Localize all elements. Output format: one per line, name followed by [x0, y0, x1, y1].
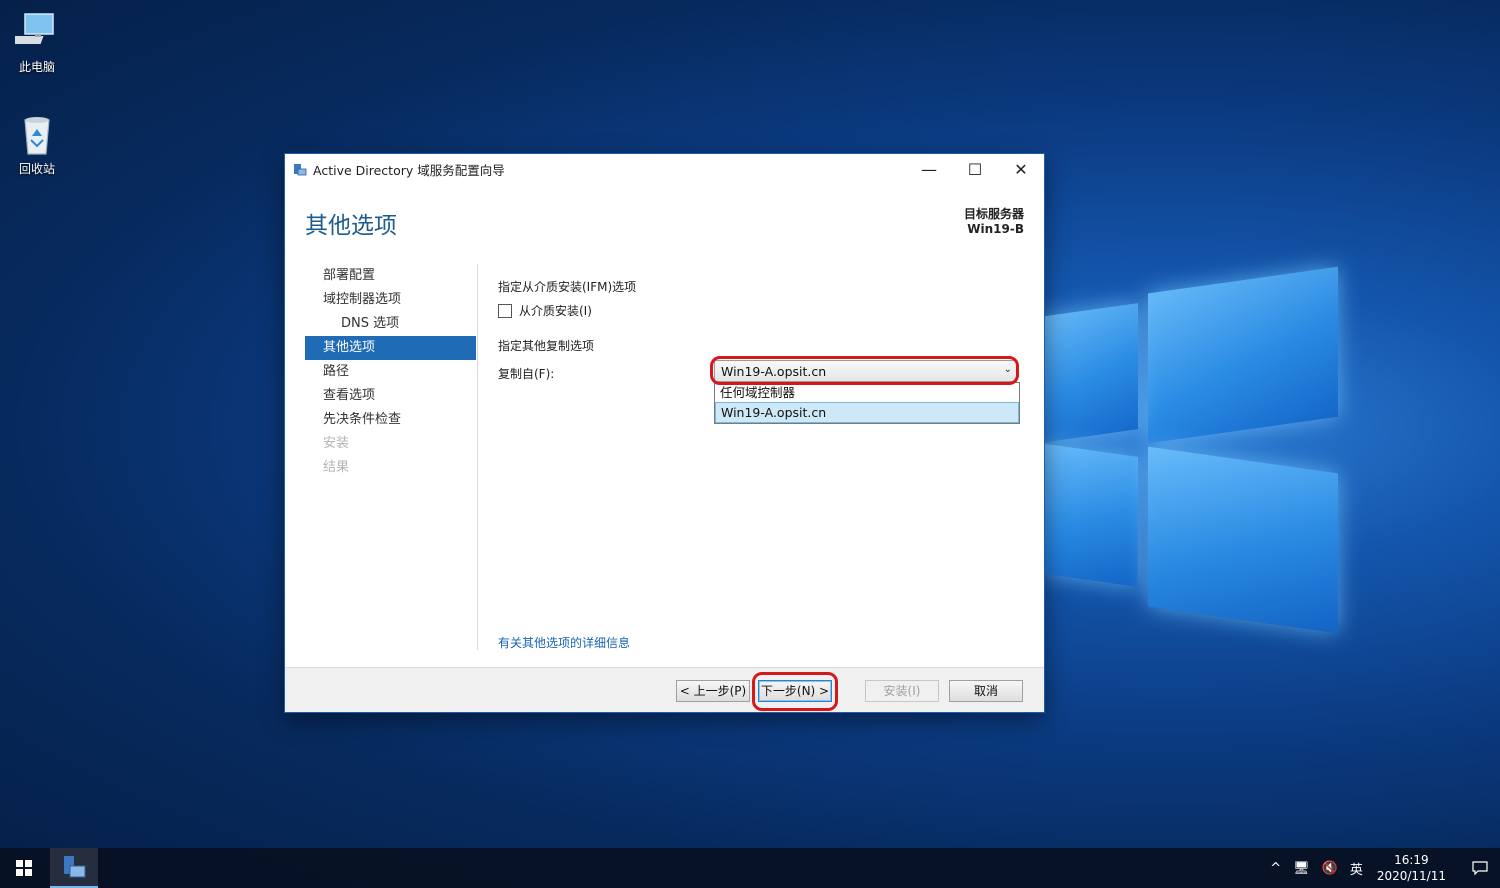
server-manager-icon: [64, 856, 86, 878]
nav-item-paths[interactable]: 路径: [305, 360, 476, 384]
notification-center-button[interactable]: [1460, 860, 1500, 876]
ifm-section-heading: 指定从介质安装(IFM)选项: [498, 280, 637, 294]
minimize-button[interactable]: —: [906, 154, 952, 184]
nav-item-installation: 安装: [323, 436, 350, 451]
window-title: Active Directory 域服务配置向导: [313, 162, 505, 178]
dropdown-option-win19-a[interactable]: Win19-A.opsit.cn: [715, 402, 1019, 423]
windows-wallpaper-logo: [1040, 266, 1340, 640]
target-server-name: Win19-B: [967, 222, 1024, 236]
nav-item-review-options[interactable]: 查看选项: [305, 384, 476, 408]
nav-item-deployment[interactable]: 部署配置: [305, 264, 476, 288]
nav-item-additional-options[interactable]: 其他选项: [305, 336, 476, 360]
server-manager-icon: [293, 162, 307, 176]
nav-item-results: 结果: [323, 460, 350, 475]
more-info-link[interactable]: 有关其他选项的详细信息: [498, 634, 630, 651]
clock-date: 2020/11/11: [1376, 869, 1446, 883]
ad-ds-config-wizard-window: Active Directory 域服务配置向导 — ☐ ✕ 其他选项 目标服务…: [285, 154, 1044, 712]
nav-item-prerequisites[interactable]: 先决条件检查: [305, 408, 476, 432]
windows-start-icon: [16, 860, 32, 876]
page-title: 其他选项: [305, 213, 397, 239]
clock[interactable]: 16:19 2020/11/11: [1377, 852, 1446, 884]
highlight-ring-next: [752, 672, 838, 711]
desktop-icon-recycle-bin[interactable]: 回收站: [2, 112, 72, 177]
dropdown-option-any-dc[interactable]: 任何域控制器: [715, 383, 1019, 402]
volume-muted-icon[interactable]: 🔇: [1322, 861, 1338, 876]
wizard-footer: < 上一步(P) 下一步(N) > 安装(I) 取消: [285, 667, 1044, 712]
nav-item-dns-options[interactable]: DNS 选项: [305, 312, 476, 336]
clock-time: 16:19: [1394, 853, 1429, 867]
replication-section-heading: 指定其他复制选项: [498, 339, 595, 353]
replicate-from-dropdown-list: 任何域控制器 Win19-A.opsit.cn: [714, 382, 1020, 424]
replicate-from-label: 复制自(F):: [498, 367, 555, 381]
wizard-nav: 部署配置 域控制器选项 DNS 选项 其他选项 路径 查看选项 先决条件检查 安…: [305, 264, 476, 480]
maximize-button[interactable]: ☐: [952, 154, 998, 184]
desktop-icon-this-pc[interactable]: 此电脑: [2, 10, 72, 75]
target-server-label: 目标服务器: [963, 207, 1024, 221]
chevron-up-icon[interactable]: ^: [1270, 861, 1281, 876]
start-button[interactable]: [0, 848, 48, 888]
taskbar-app-server-manager[interactable]: [50, 848, 98, 888]
close-button[interactable]: ✕: [998, 154, 1044, 184]
system-tray: ^ 🖥 🔇 英 16:19 2020/11/11: [1264, 848, 1500, 888]
ifm-checkbox-label[interactable]: 从介质安装(I): [519, 302, 592, 319]
desktop-icon-label: 回收站: [18, 162, 55, 176]
recycle-bin-icon: [15, 112, 59, 156]
highlight-ring-combobox: [710, 356, 1019, 385]
taskbar: ^ 🖥 🔇 英 16:19 2020/11/11: [0, 848, 1500, 888]
notification-icon: [1472, 861, 1488, 876]
ifm-checkbox-row[interactable]: 从介质安装(I): [498, 302, 592, 319]
target-server: 目标服务器 Win19-B: [964, 207, 1024, 237]
ifm-checkbox[interactable]: [498, 303, 512, 318]
ime-indicator[interactable]: 英: [1350, 859, 1363, 878]
cancel-button[interactable]: 取消: [949, 680, 1023, 702]
network-icon[interactable]: 🖥: [1293, 861, 1310, 876]
nav-divider: [477, 264, 478, 650]
title-bar[interactable]: Active Directory 域服务配置向导 — ☐ ✕: [285, 154, 1044, 184]
desktop-icon-label: 此电脑: [18, 60, 55, 74]
install-button: 安装(I): [865, 680, 939, 702]
computer-icon: [6, 10, 59, 54]
back-button[interactable]: < 上一步(P): [676, 680, 750, 702]
nav-item-dc-options[interactable]: 域控制器选项: [305, 288, 476, 312]
